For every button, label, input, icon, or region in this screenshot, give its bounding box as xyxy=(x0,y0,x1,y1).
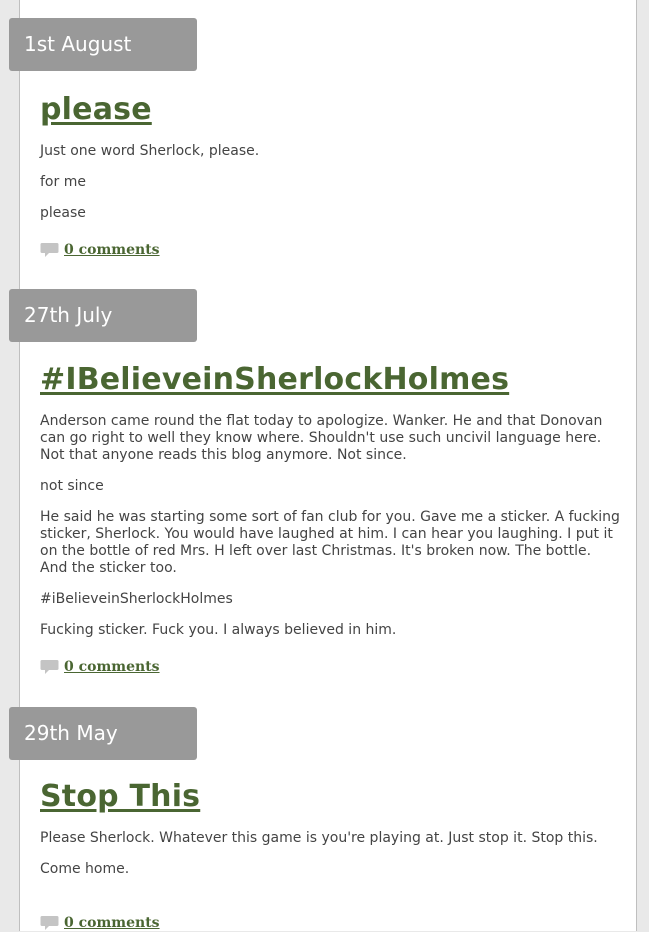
post-paragraph: for me xyxy=(40,174,86,190)
post-paragraph: Anderson came round the flat today to ap… xyxy=(40,413,603,463)
post-paragraph: please xyxy=(40,205,86,221)
post-comments: 0 comments xyxy=(40,658,160,676)
speech-bubble-icon xyxy=(40,916,59,930)
comments-link[interactable]: 0 comments xyxy=(64,242,160,258)
speech-bubble-icon xyxy=(40,660,59,674)
post-title-link[interactable]: please xyxy=(40,92,152,127)
post-comments: 0 comments xyxy=(40,914,160,932)
post-paragraph: Just one word Sherlock, please. xyxy=(40,143,260,159)
post-body: Anderson came round the flat today to ap… xyxy=(40,413,620,653)
post-paragraph: He said he was starting some sort of fan… xyxy=(40,509,620,576)
post-paragraph: #iBelieveinSherlockHolmes xyxy=(40,591,233,607)
post-paragraph: not since xyxy=(40,478,104,494)
post-comments: 0 comments xyxy=(40,241,160,259)
post-paragraph: Come home. xyxy=(40,861,130,877)
post-date-tab: 1st August xyxy=(9,18,197,71)
post-body: Just one word Sherlock, please. for me p… xyxy=(40,143,620,236)
post-paragraph: Please Sherlock. Whatever this game is y… xyxy=(40,830,598,846)
post-body: Please Sherlock. Whatever this game is y… xyxy=(40,830,620,892)
post-date-tab: 29th May xyxy=(9,707,197,760)
comments-link[interactable]: 0 comments xyxy=(64,915,160,931)
post-date-tab: 27th July xyxy=(9,289,197,342)
post-date: 29th May xyxy=(24,721,118,745)
post-title-link[interactable]: #IBelieveinSherlockHolmes xyxy=(40,362,509,397)
post-date: 27th July xyxy=(24,303,113,327)
comments-link[interactable]: 0 comments xyxy=(64,659,160,675)
post-title-link[interactable]: Stop This xyxy=(40,779,200,814)
post-paragraph: Fucking sticker. Fuck you. I always beli… xyxy=(40,622,397,638)
speech-bubble-icon xyxy=(40,243,59,257)
post-date: 1st August xyxy=(24,32,132,56)
